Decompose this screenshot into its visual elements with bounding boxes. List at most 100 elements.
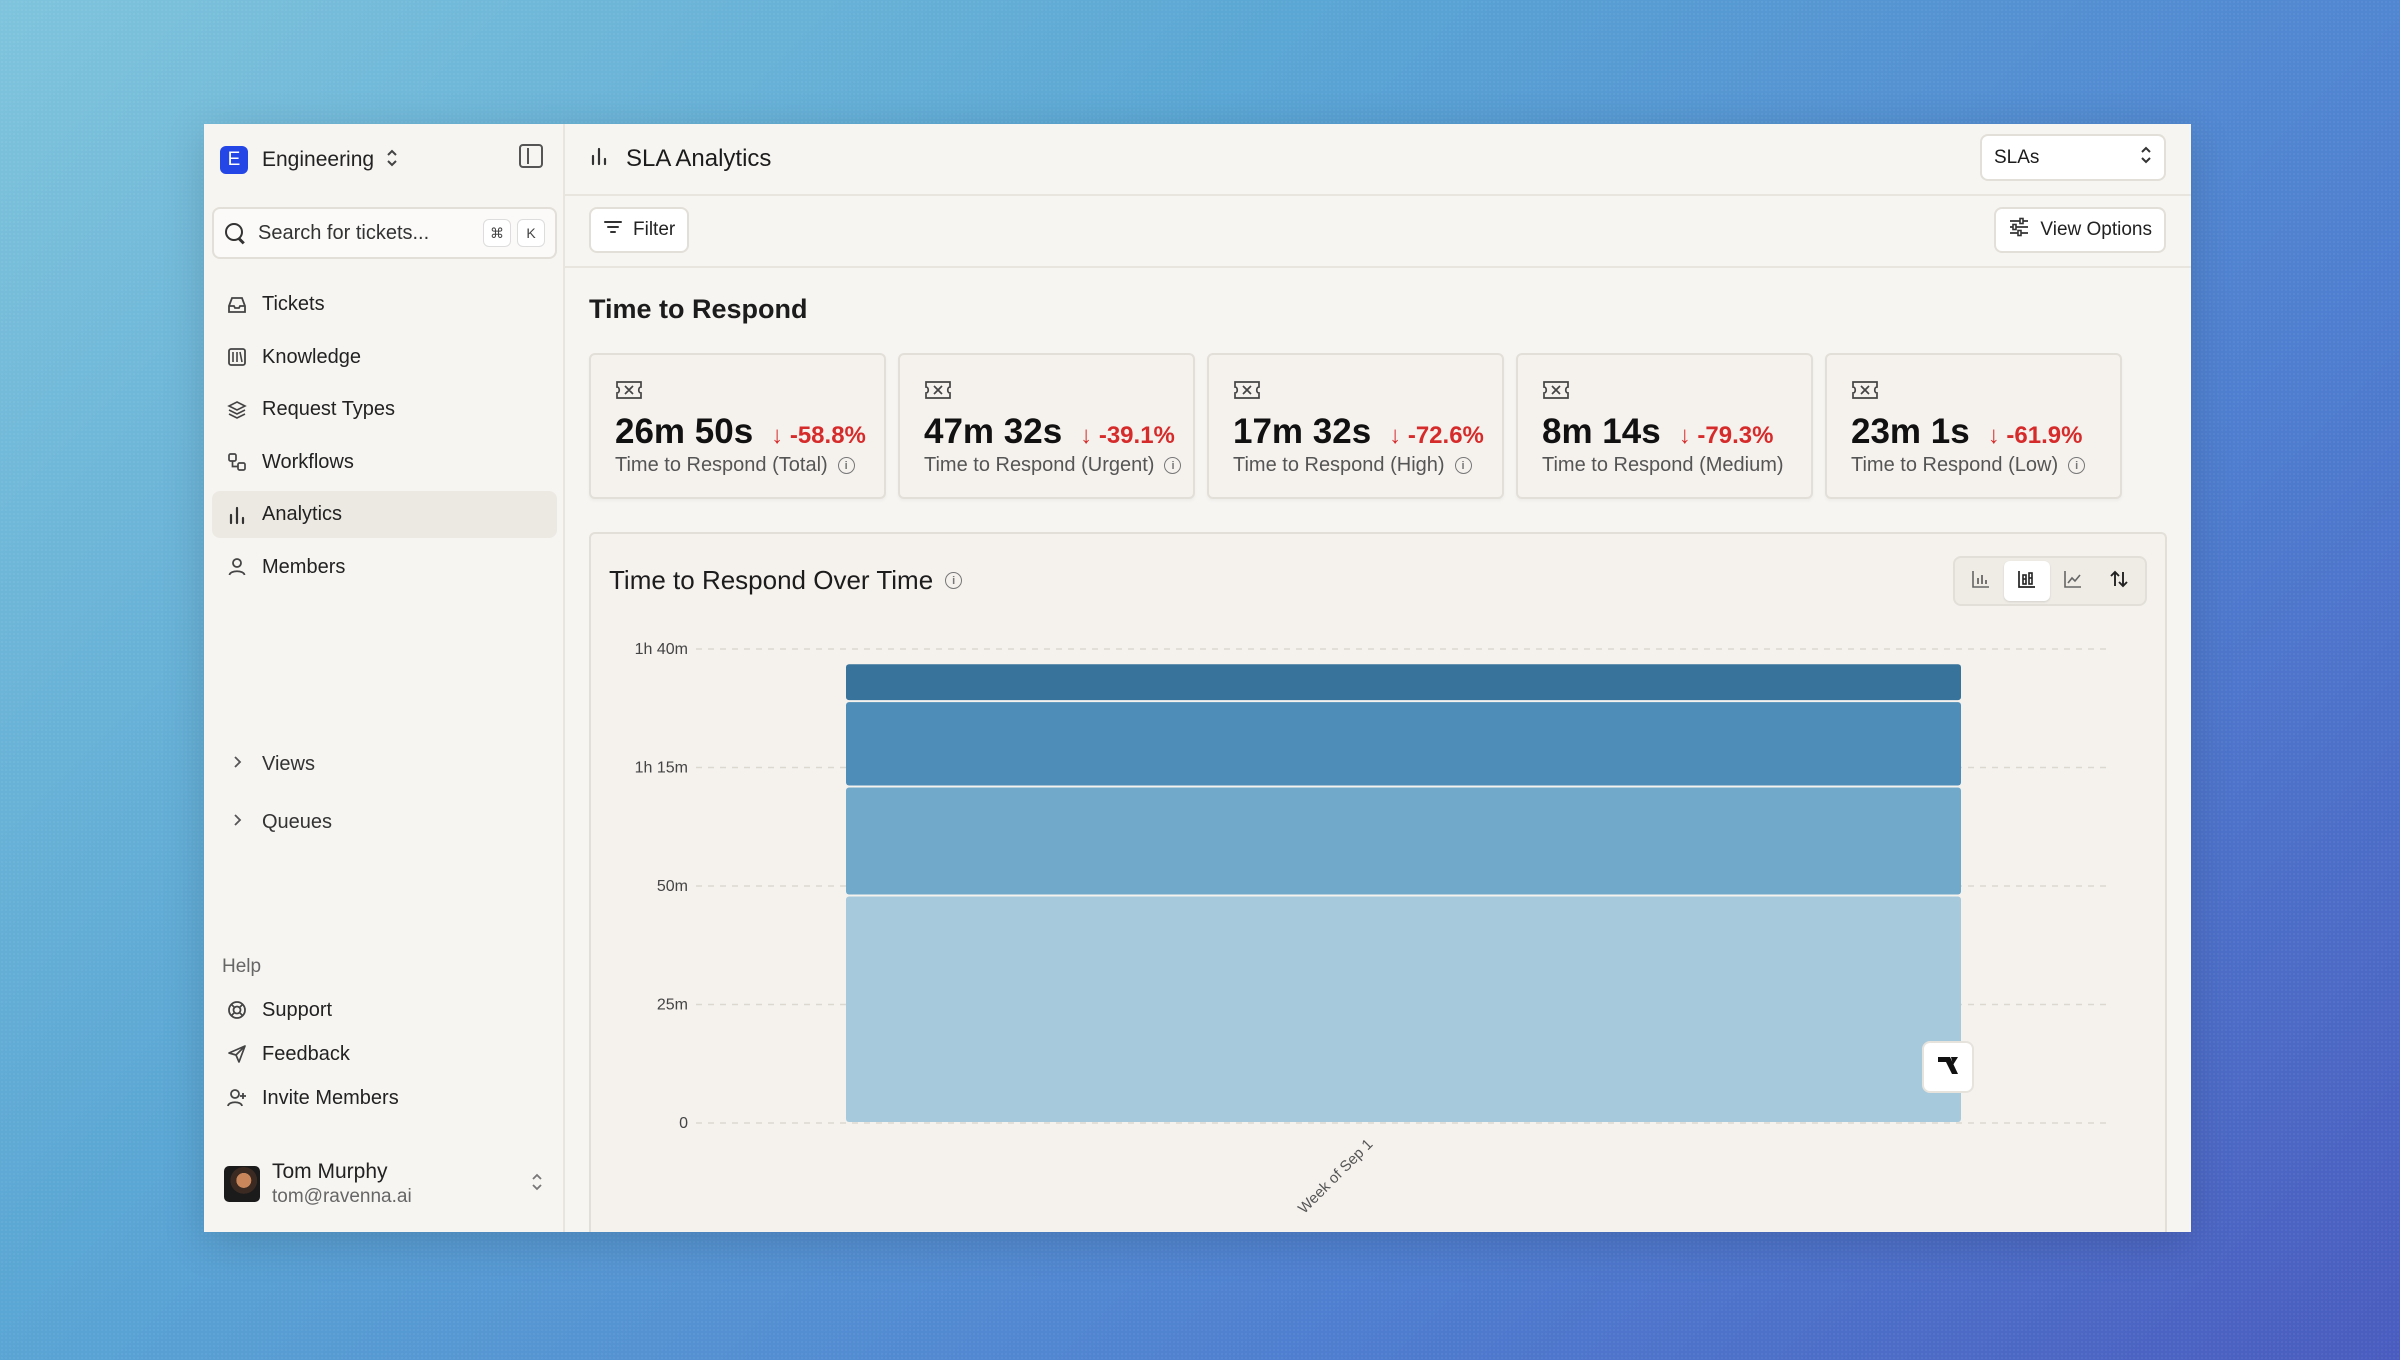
search-input[interactable]: Search for tickets... ⌘ K <box>212 207 557 259</box>
metric-value: 47m 32s <box>924 412 1063 451</box>
metric-label: Time to Respond (Low) <box>1851 454 2059 476</box>
section-title: Time to Respond <box>589 294 808 324</box>
metric-card-urgent: 47m 32s ↓ -39.1% Time to Respond (Urgent… <box>898 353 1195 499</box>
metric-value: 26m 50s <box>615 412 754 451</box>
arrow-down-icon: ↓ <box>1678 422 1691 449</box>
chart-panel: Time to Respond Over Time i 0 25m 50m 1h 15… <box>589 532 2167 1232</box>
metric-value: 8m 14s <box>1542 412 1661 451</box>
toolbar: Filter View Options <box>565 196 2191 268</box>
info-icon[interactable]: i <box>2068 457 2086 474</box>
sidebar-item-label: Request Types <box>262 398 396 420</box>
metric-card-low: 23m 1s ↓ -61.9% Time to Respond (Low) i <box>1825 353 2122 499</box>
help-item-feedback[interactable]: Feedback <box>212 1032 557 1076</box>
info-icon[interactable]: i <box>1454 457 1472 474</box>
sidebar-item-label: Tickets <box>262 293 325 315</box>
ticket-icon <box>924 381 952 405</box>
inbox-icon <box>226 294 248 316</box>
info-icon[interactable]: i <box>837 457 855 474</box>
metric-select[interactable]: SLAs <box>1980 134 2166 181</box>
search-placeholder: Search for tickets... <box>258 221 430 244</box>
help-item-label: Invite Members <box>262 1086 399 1109</box>
chevron-up-down-icon <box>531 1172 543 1195</box>
lifebuoy-icon <box>226 999 248 1021</box>
metric-card-total: 26m 50s ↓ -58.8% Time to Respond (Total)… <box>589 353 886 499</box>
metric-delta: ↓ -79.3% <box>1679 422 1774 450</box>
sidebar-item-knowledge[interactable]: Knowledge <box>212 334 557 381</box>
user-name: Tom Murphy <box>272 1160 388 1183</box>
metric-delta-value: -79.3% <box>1697 422 1774 449</box>
sidebar-item-members[interactable]: Members <box>212 544 557 591</box>
sidebar-group-views[interactable]: Views <box>212 742 557 786</box>
sidebar-item-label: Workflows <box>262 450 354 473</box>
metric-delta-value: -39.1% <box>1098 422 1175 449</box>
ticket-icon <box>615 381 643 405</box>
help-item-label: Feedback <box>262 1042 350 1065</box>
help-section-label: Help <box>222 956 262 977</box>
filter-button[interactable]: Filter <box>589 207 690 253</box>
help-item-support[interactable]: Support <box>212 988 557 1032</box>
info-icon[interactable]: i <box>1164 457 1182 474</box>
metric-label: Time to Respond (Urgent) <box>924 454 1155 476</box>
arrow-down-icon: ↓ <box>1080 422 1093 449</box>
y-tick-label: 1h 15m <box>635 760 688 777</box>
metric-select-value: SLAs <box>1994 146 2040 168</box>
y-tick-label: 25m <box>657 997 688 1014</box>
bar-segment <box>846 702 1961 786</box>
sidebar-item-label: Members <box>262 555 346 578</box>
sidebar-group-label: Queues <box>262 810 333 833</box>
chevron-up-down-icon <box>386 148 398 173</box>
chevron-up-down-icon <box>2140 145 2152 171</box>
send-icon <box>226 1043 248 1065</box>
metric-delta-value: -72.6% <box>1407 422 1484 449</box>
arrow-down-icon: ↓ <box>771 422 784 449</box>
top-bar: SLA Analytics SLAs <box>565 124 2191 196</box>
book-icon <box>226 346 248 368</box>
shortcut-mod-key: ⌘ <box>483 219 511 247</box>
metric-card-medium: 8m 14s ↓ -79.3% Time to Respond (Medium) <box>1516 353 1813 499</box>
sidebar-group-label: Views <box>262 752 315 775</box>
metric-delta: ↓ -72.6% <box>1389 422 1484 450</box>
bar-segment <box>846 787 1961 895</box>
avatar <box>224 1166 260 1202</box>
view-options-label: View Options <box>2040 219 2152 240</box>
sliders-icon <box>2008 217 2030 243</box>
metric-value: 23m 1s <box>1851 412 1970 451</box>
view-options-button[interactable]: View Options <box>1994 207 2166 253</box>
app-window: E Engineering Search for tickets... ⌘ K … <box>204 124 2191 1232</box>
sidebar-group-queues[interactable]: Queues <box>212 800 557 844</box>
ticket-icon <box>1851 381 1879 405</box>
user-icon <box>226 556 248 578</box>
metric-delta: ↓ -61.9% <box>1988 422 2083 450</box>
user-plus-icon <box>226 1087 248 1109</box>
collapse-sidebar-icon[interactable] <box>519 144 543 168</box>
user-info: Tom Murphy tom@ravenna.ai <box>272 1160 412 1208</box>
bar-segment <box>846 896 1961 1122</box>
filter-icon <box>603 219 623 241</box>
sidebar-item-workflows[interactable]: Workflows <box>212 439 557 486</box>
help-item-label: Support <box>262 998 333 1021</box>
metric-label: Time to Respond (Medium) <box>1542 454 1784 476</box>
user-menu[interactable]: Tom Murphy tom@ravenna.ai <box>224 1154 543 1214</box>
arrow-down-icon: ↓ <box>1987 422 2000 449</box>
sidebar-item-request-types[interactable]: Request Types <box>212 386 557 433</box>
sidebar-item-tickets[interactable]: Tickets <box>212 281 557 328</box>
user-email: tom@ravenna.ai <box>272 1186 412 1207</box>
help-item-invite-members[interactable]: Invite Members <box>212 1076 557 1120</box>
shortcut-k-key: K <box>517 219 545 247</box>
brand-logo-button[interactable] <box>1922 1041 1974 1093</box>
workspace-switcher[interactable]: E Engineering <box>220 141 398 179</box>
x-tick-label: Week of Sep 1 <box>1295 1136 1376 1217</box>
metric-value: 17m 32s <box>1233 412 1372 451</box>
filter-label: Filter <box>633 219 676 240</box>
chevron-right-icon <box>226 755 248 774</box>
sidebar-item-analytics[interactable]: Analytics <box>212 491 557 538</box>
bar-chart-icon <box>226 504 248 526</box>
metric-cards: 26m 50s ↓ -58.8% Time to Respond (Total)… <box>589 353 2122 499</box>
bar-chart-icon <box>590 145 608 173</box>
search-icon <box>224 222 246 244</box>
metric-delta-value: -58.8% <box>789 422 866 449</box>
chevron-right-icon <box>226 813 248 832</box>
stacked-bar-chart: 0 25m 50m 1h 15m 1h 40m Week of Sep 1 <box>635 641 2111 1217</box>
logo-icon <box>1936 1054 1960 1081</box>
page-title-wrap: SLA Analytics <box>590 145 771 173</box>
